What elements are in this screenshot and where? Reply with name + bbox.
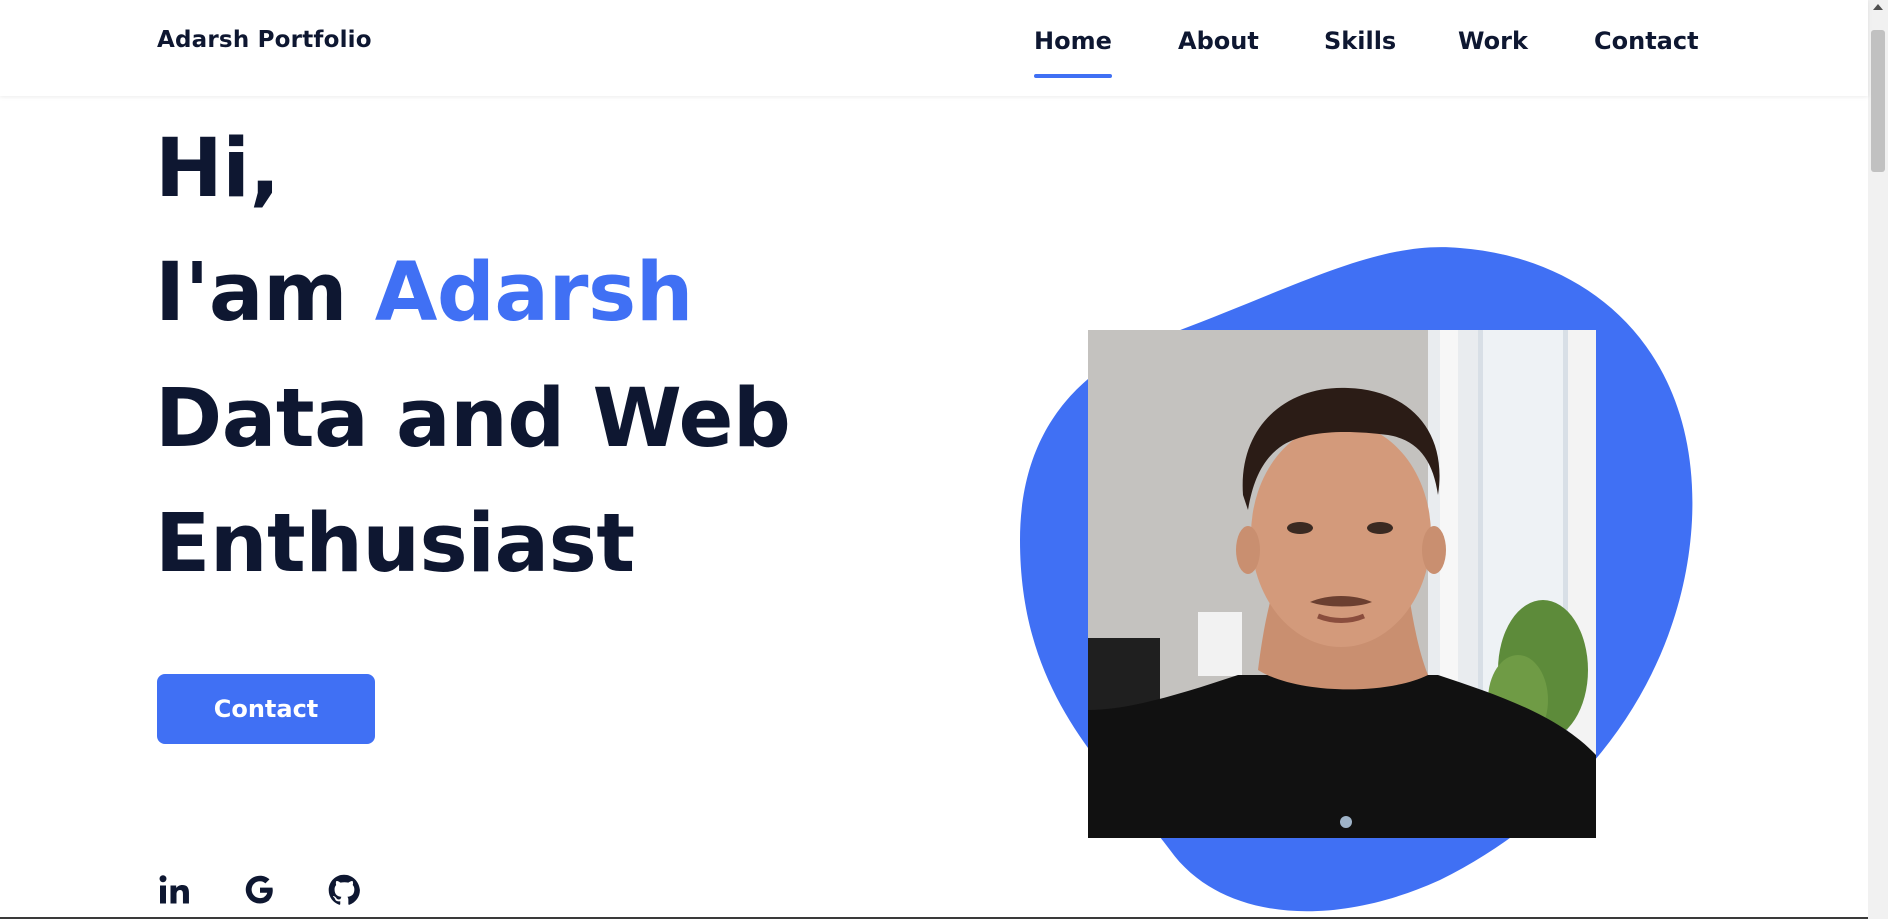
nav-work[interactable]: Work bbox=[1458, 27, 1528, 55]
hero-intro: I'am Adarsh bbox=[155, 246, 693, 340]
site-header: Adarsh Portfolio Home About Skills Work … bbox=[0, 0, 1868, 96]
profile-photo bbox=[1088, 330, 1596, 838]
linkedin-icon[interactable] bbox=[157, 872, 193, 908]
hero-intro-prefix: I'am bbox=[155, 246, 375, 340]
nav-contact[interactable]: Contact bbox=[1594, 27, 1699, 55]
github-icon[interactable] bbox=[326, 872, 362, 908]
scroll-thumb[interactable] bbox=[1871, 30, 1885, 172]
page-scrollbar[interactable] bbox=[1868, 0, 1888, 919]
hero-name: Adarsh bbox=[374, 246, 694, 340]
scroll-up-arrow-icon[interactable] bbox=[1873, 4, 1883, 10]
contact-button[interactable]: Contact bbox=[157, 674, 375, 744]
nav-about[interactable]: About bbox=[1178, 27, 1259, 55]
hero-title-line1: Data and Web bbox=[155, 372, 791, 466]
main-nav: Home About Skills Work Contact bbox=[0, 27, 1868, 87]
nav-home[interactable]: Home bbox=[1034, 27, 1112, 78]
google-icon[interactable] bbox=[242, 872, 278, 908]
hero-title-line2: Enthusiast bbox=[155, 497, 635, 591]
hero-greeting: Hi, bbox=[155, 122, 280, 216]
nav-skills[interactable]: Skills bbox=[1324, 27, 1396, 55]
